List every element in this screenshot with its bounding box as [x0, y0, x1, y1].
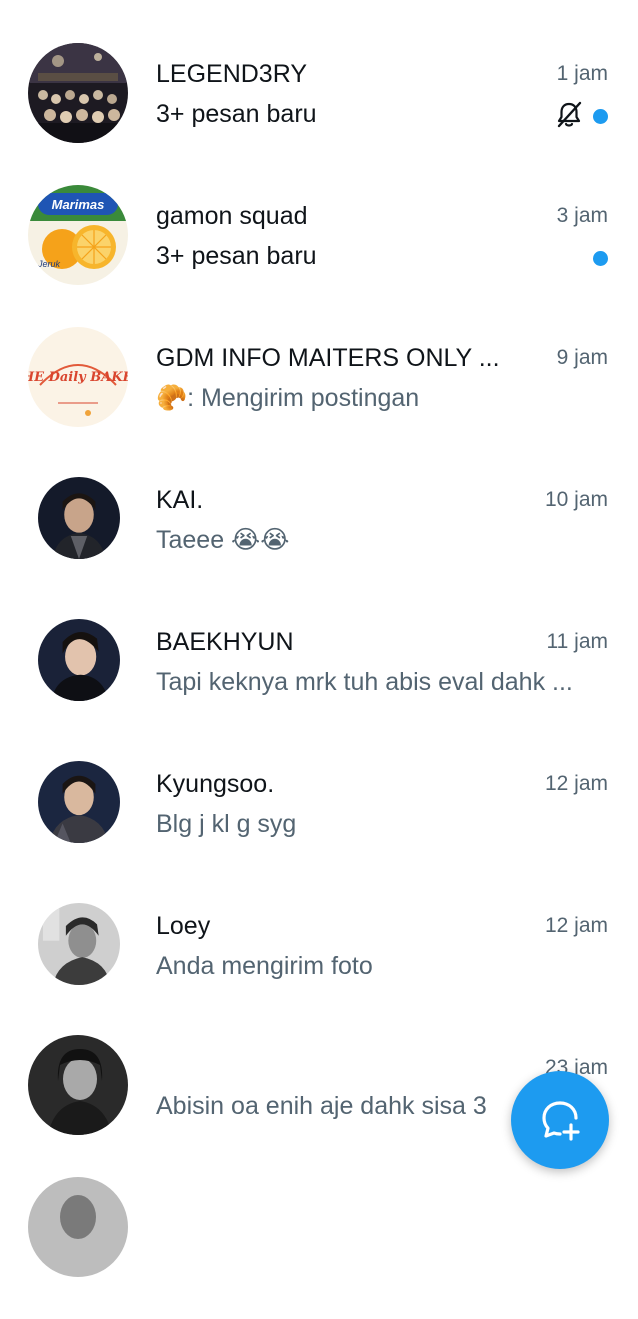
conversation-row[interactable]: Marimas Jeruk gamon squad 3 jam 3+ pesan…	[0, 185, 638, 327]
avatar[interactable]	[28, 43, 128, 143]
conversation-name: BAEKHYUN	[156, 628, 294, 656]
conversation-preview: Abisin oa enih aje dahk sisa 3	[156, 1092, 487, 1120]
conversation-time: 1 jam	[556, 62, 608, 85]
conversation-row[interactable]: Loey 12 jam Anda mengirim foto	[0, 895, 638, 1037]
conversation-time: 9 jam	[556, 346, 608, 369]
conversation-name: Loey	[156, 912, 211, 940]
avatar[interactable]	[38, 761, 120, 843]
conversation-preview: Anda mengirim foto	[156, 952, 373, 980]
conversation-preview: Blg j kl g syg	[156, 810, 297, 838]
croissant-icon: 🥐	[156, 383, 188, 412]
new-message-button[interactable]	[511, 1071, 609, 1169]
avatar[interactable]	[38, 903, 120, 985]
conversation-name: gamon squad	[156, 202, 308, 230]
unread-dot	[593, 251, 608, 266]
conversation-preview: 3+ pesan baru	[156, 100, 317, 128]
conversation-time: 10 jam	[544, 488, 608, 511]
avatar-sub-label: Jeruk	[37, 259, 61, 269]
grayscale-portrait-photo	[38, 903, 120, 985]
conversation-name: LEGEND3RY	[156, 60, 307, 88]
daily-baked-logo: THE Daily BAKED	[28, 327, 128, 427]
conversation-preview: Tapi keknya mrk tuh abis eval dahk ...	[156, 668, 573, 696]
new-message-icon	[542, 1101, 580, 1141]
bell-muted-icon	[557, 101, 582, 128]
conversation-row[interactable]: KAI. 10 jam Taeee 😭😭	[0, 469, 638, 611]
conversation-row[interactable]: Kyungsoo. 12 jam Blg j kl g syg	[0, 753, 638, 895]
grayscale-portrait-photo	[28, 1177, 128, 1277]
avatar[interactable]	[38, 619, 120, 701]
conversation-row[interactable]: THE Daily BAKED GDM INFO MAITERS ONLY ..…	[0, 327, 638, 469]
conversation-name: KAI.	[156, 486, 204, 514]
avatar[interactable]	[28, 1177, 128, 1277]
conversation-row[interactable]: BAEKHYUN 11 jam Tapi keknya mrk tuh abis…	[0, 611, 638, 753]
avatar-logo-label: THE Daily BAKED	[28, 370, 128, 385]
conversation-name: GDM INFO MAITERS ONLY ...	[156, 344, 500, 372]
avatar[interactable]	[28, 1035, 128, 1135]
orange-drink-photo: Marimas Jeruk	[28, 185, 128, 285]
conversation-time: 3 jam	[556, 204, 608, 227]
avatar[interactable]: Marimas Jeruk	[28, 185, 128, 285]
avatar[interactable]	[38, 477, 120, 559]
conversation-time: 11 jam	[546, 630, 608, 653]
conversation-preview: Taeee 😭😭	[156, 526, 290, 554]
portrait-photo	[38, 477, 120, 559]
conversation-name: Kyungsoo.	[156, 770, 275, 798]
conversation-preview: 3+ pesan baru	[156, 242, 317, 270]
portrait-photo	[38, 761, 120, 843]
conversation-time: 12 jam	[544, 914, 608, 937]
portrait-photo	[38, 619, 120, 701]
conversation-row[interactable]: LEGEND3RY 1 jam 3+ pesan baru	[0, 43, 638, 185]
conversation-preview: 🥐: Mengirim postingan	[156, 383, 419, 413]
grayscale-portrait-photo	[28, 1035, 128, 1135]
avatar-brand-label: Marimas	[52, 197, 105, 212]
conversation-row[interactable]	[0, 1177, 638, 1319]
concert-crowd-photo	[28, 43, 128, 143]
preview-text: : Mengirim postingan	[187, 384, 420, 412]
conversation-time: 12 jam	[544, 772, 608, 795]
unread-dot	[593, 109, 608, 124]
avatar[interactable]: THE Daily BAKED	[28, 327, 128, 427]
